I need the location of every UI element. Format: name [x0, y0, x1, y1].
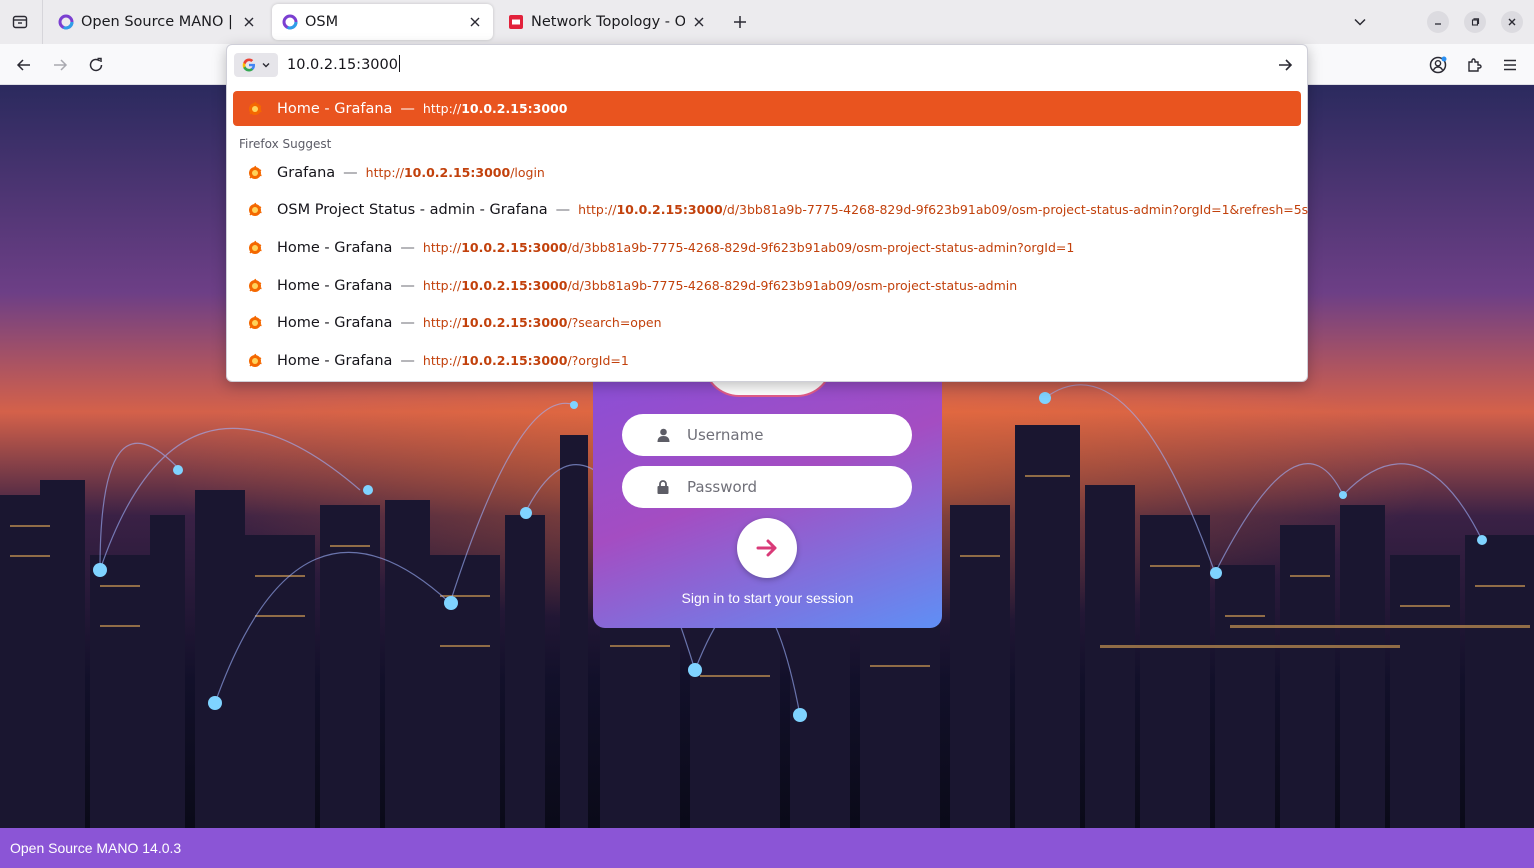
arrow-right-icon — [54, 59, 68, 71]
suggestion-row[interactable]: Home - Grafana — http://10.0.2.15:3000/d… — [233, 268, 1301, 303]
grafana-icon — [249, 240, 262, 254]
chevron-down-icon — [262, 63, 269, 68]
tab-title: OSM — [305, 14, 339, 30]
grafana-icon — [249, 278, 262, 292]
separator-dash: — — [400, 314, 415, 331]
openstack-icon — [509, 15, 523, 29]
suggestion-row[interactable]: Home - Grafana — http://10.0.2.15:3000/d… — [233, 230, 1301, 265]
osm-logo-icon — [58, 14, 74, 30]
separator-dash: — — [400, 239, 415, 256]
tab-bar-divider — [42, 0, 43, 44]
separator-dash: — — [343, 164, 358, 181]
close-icon — [1508, 18, 1516, 26]
search-engine-button[interactable] — [234, 53, 278, 77]
password-field[interactable]: Password — [622, 466, 912, 508]
separator-dash: — — [400, 100, 415, 117]
account-icon — [1429, 56, 1447, 74]
restore-button[interactable] — [1464, 11, 1486, 33]
login-card: Username Password Sign in to start your … — [593, 361, 942, 628]
address-value: 10.0.2.15:3000 — [287, 57, 398, 73]
grafana-icon — [249, 202, 262, 216]
suggestion-row[interactable]: Home - Grafana — http://10.0.2.15:3000/?… — [233, 305, 1301, 340]
version-label: Open Source MANO 14.0.3 — [10, 840, 182, 856]
tab-title: Open Source MANO | Das — [81, 14, 235, 30]
suggestion-title: Home - Grafana — [277, 314, 393, 331]
puzzle-icon — [1468, 58, 1482, 72]
forward-button[interactable] — [47, 52, 73, 78]
address-bar-popup: 10.0.2.15:3000 Home - Grafana — http://1… — [226, 44, 1308, 382]
plus-icon — [734, 16, 746, 28]
tab-network-topology[interactable]: Network Topology - Oper — [498, 4, 717, 40]
firefox-view-button[interactable] — [8, 10, 32, 34]
lock-icon — [656, 480, 670, 494]
separator-dash: — — [555, 201, 571, 218]
sign-in-message: Sign in to start your session — [681, 590, 854, 606]
suggestion-heuristic-result[interactable]: Home - Grafana — http://10.0.2.15:3000 — [233, 91, 1301, 126]
suggestion-row[interactable]: OSM Project Status - admin - Grafana — h… — [233, 192, 1308, 227]
reload-button[interactable] — [83, 52, 109, 78]
arrow-right-icon — [1279, 59, 1293, 71]
suggestion-url: http://10.0.2.15:3000/d/3bb81a9b-7775-42… — [422, 240, 1075, 255]
suggestion-title: Grafana — [277, 164, 336, 181]
new-tab-button[interactable] — [728, 10, 752, 34]
close-window-button[interactable] — [1501, 11, 1523, 33]
tab-osm-dashboard[interactable]: Open Source MANO | Das — [48, 4, 267, 40]
account-button[interactable] — [1425, 52, 1451, 78]
grafana-icon — [249, 315, 262, 329]
username-placeholder: Username — [687, 426, 764, 444]
go-button[interactable] — [1273, 53, 1297, 77]
arrow-left-icon — [16, 59, 30, 71]
suggestion-title: Home - Grafana — [277, 277, 393, 294]
separator-dash: — — [400, 277, 415, 294]
google-icon — [242, 58, 255, 72]
suggestion-row[interactable]: Home - Grafana — http://10.0.2.15:3000/?… — [233, 343, 1301, 378]
extensions-button[interactable] — [1461, 52, 1487, 78]
separator-dash: — — [400, 352, 415, 369]
suggestion-url: http://10.0.2.15:3000/?search=open — [422, 315, 662, 330]
address-input-row: 10.0.2.15:3000 — [227, 45, 1307, 85]
grafana-icon — [249, 353, 262, 367]
osm-logo-icon — [282, 14, 298, 30]
firefox-suggest-label: Firefox Suggest — [239, 137, 332, 151]
suggestion-url: http://10.0.2.15:3000/login — [365, 165, 545, 180]
suggestion-row[interactable]: Grafana — http://10.0.2.15:3000/login — [233, 155, 1301, 190]
sign-in-button[interactable] — [737, 518, 797, 578]
username-field[interactable]: Username — [622, 414, 912, 456]
arrow-right-icon — [756, 539, 777, 557]
tab-title: Network Topology - Oper — [531, 14, 685, 30]
address-input[interactable]: 10.0.2.15:3000 — [287, 55, 400, 73]
suggestion-title: Home - Grafana — [277, 239, 393, 256]
chevron-down-icon — [1354, 18, 1366, 26]
text-caret — [398, 55, 400, 72]
tab-osm[interactable]: OSM — [272, 4, 493, 40]
grafana-icon — [249, 165, 262, 179]
grafana-icon — [249, 101, 262, 115]
page-footer: Open Source MANO 14.0.3 — [0, 828, 1534, 868]
close-tab-icon[interactable] — [691, 14, 707, 30]
hamburger-menu-icon — [1504, 59, 1516, 71]
suggestion-title: Home - Grafana — [277, 100, 393, 117]
close-tab-icon[interactable] — [241, 14, 257, 30]
reload-icon — [89, 57, 103, 72]
list-all-tabs-button[interactable] — [1348, 10, 1372, 34]
close-tab-icon[interactable] — [467, 14, 483, 30]
password-placeholder: Password — [687, 478, 758, 496]
menu-button[interactable] — [1497, 52, 1523, 78]
suggestion-url: http://10.0.2.15:3000 — [422, 101, 568, 116]
back-button[interactable] — [11, 52, 37, 78]
minimize-button[interactable] — [1427, 11, 1449, 33]
suggestion-title: OSM Project Status - admin - Grafana — [277, 201, 548, 218]
suggestion-url: http://10.0.2.15:3000/?orgId=1 — [422, 353, 629, 368]
user-icon — [656, 428, 670, 442]
minimize-icon — [1435, 23, 1441, 25]
firefox-view-icon — [12, 15, 28, 29]
suggestion-url: http://10.0.2.15:3000/d/3bb81a9b-7775-42… — [422, 278, 1018, 293]
suggestion-title: Home - Grafana — [277, 352, 393, 369]
restore-icon — [1471, 18, 1480, 26]
tab-bar: Open Source MANO | Das OSM Network Topol… — [0, 0, 1534, 44]
suggestion-url: http://10.0.2.15:3000/d/3bb81a9b-7775-42… — [578, 202, 1309, 217]
